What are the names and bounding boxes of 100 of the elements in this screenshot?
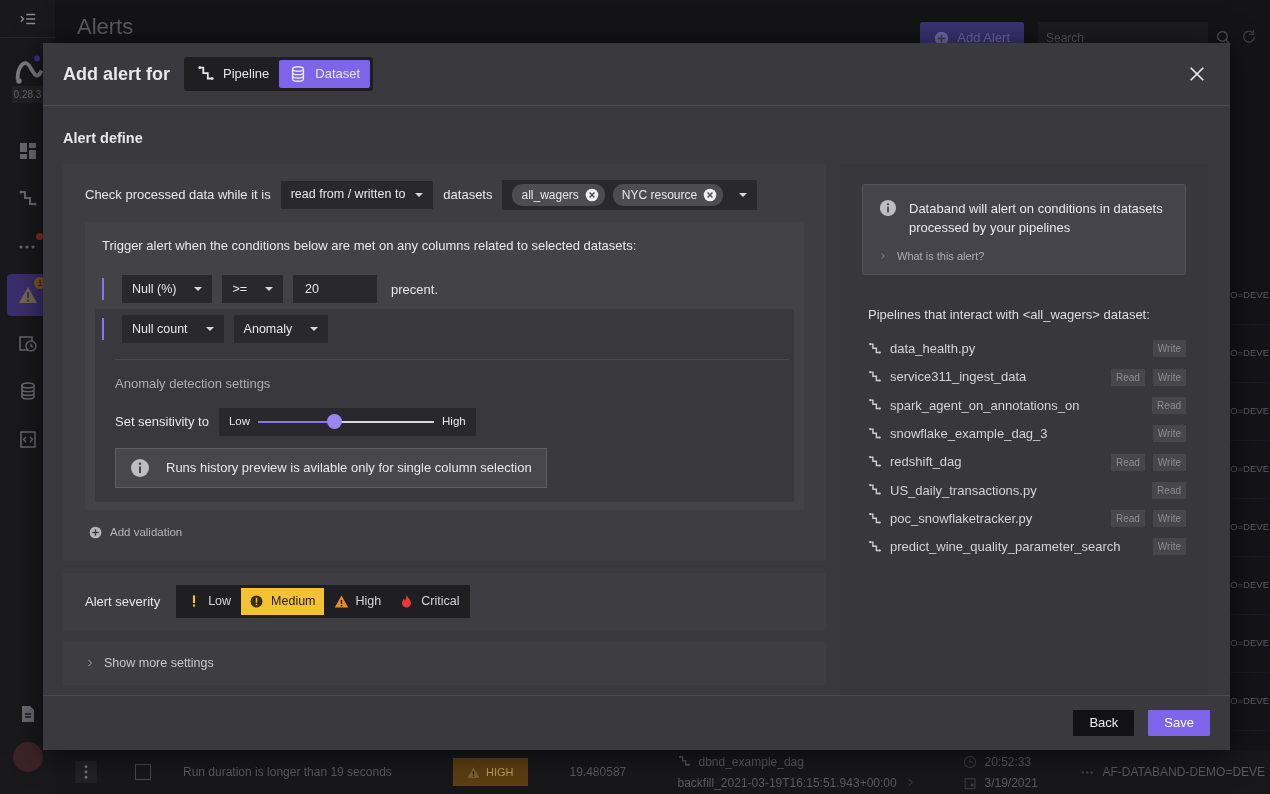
more-button[interactable] <box>75 761 97 783</box>
dataset-chip[interactable]: NYC resource <box>612 183 724 206</box>
remove-icon[interactable] <box>703 187 718 202</box>
severity-option[interactable]: Critical <box>391 588 468 615</box>
run-name: backfill_2021-03-19T16:15:51.943+00:00 <box>677 774 897 792</box>
row-checkbox[interactable] <box>135 764 151 780</box>
save-button[interactable]: Save <box>1148 710 1210 736</box>
metric-value: 19.480587 <box>569 764 628 781</box>
time-text: 20:52:33 <box>984 753 1032 771</box>
dashboard-icon <box>17 141 38 161</box>
pipeline-name: spark_agent_on_annotations_on <box>890 396 1080 415</box>
metric-dropdown[interactable]: Null count <box>122 315 224 344</box>
metric-dropdown[interactable]: Null (%) <box>122 275 213 304</box>
warning-icon <box>333 593 349 609</box>
warning-icon <box>467 765 480 779</box>
info-icon <box>130 457 150 478</box>
pipeline-name: poc_snowflaketracker.py <box>890 509 1033 528</box>
operator-dropdown[interactable]: >= <box>222 275 284 304</box>
access-tag: Write <box>1152 368 1186 386</box>
pipeline-name: snowflake_example_dag_3 <box>890 425 1048 444</box>
info-text: Databand will alert on conditions in datasets processed by your pipelines <box>909 199 1164 238</box>
pipeline-icon <box>868 511 882 526</box>
pipeline-name: US_daily_transactions.py <box>890 481 1037 500</box>
table-cell: O=DEVE <box>1230 578 1269 593</box>
clock-icon <box>962 754 977 769</box>
rule-marker <box>102 278 104 301</box>
note-text: Runs history preview is avilable only for single column selection <box>166 459 532 477</box>
unit-label: precent. <box>391 280 439 299</box>
mode-dropdown[interactable]: read from / written to <box>280 180 434 209</box>
target-tab[interactable]: Pipeline <box>187 60 280 88</box>
pipeline-icon <box>677 755 691 768</box>
show-more-toggle[interactable]: Show more settings <box>85 653 214 673</box>
access-tag: Write <box>1152 453 1186 471</box>
caret-icon <box>205 327 214 332</box>
table-cell: O=DEVE <box>1230 462 1269 477</box>
datasets-select[interactable]: all_wagers NYC resource <box>502 179 758 210</box>
slider-thumb[interactable] <box>326 413 342 429</box>
table-cell: O=DEVE <box>1230 404 1269 419</box>
table-cell: O=DEVE <box>1230 288 1269 303</box>
close-icon <box>1188 65 1206 83</box>
pipeline-name: predict_wine_quality_parameter_search <box>890 538 1121 557</box>
date-text: 3/19/2021 <box>984 774 1038 792</box>
settings-title: Anomaly detection settings <box>115 375 272 394</box>
warning-icon <box>17 285 38 305</box>
calendar-clock-icon <box>17 333 38 353</box>
access-tag: Write <box>1152 425 1186 443</box>
caret-icon <box>415 192 424 197</box>
access-tag: Read <box>1110 453 1145 471</box>
kebab-icon <box>84 765 88 779</box>
severity-label: Alert severity <box>85 592 161 611</box>
caret-icon <box>310 327 319 332</box>
dialog-title: Add alert for <box>63 62 170 86</box>
code-clipboard-icon <box>17 429 38 449</box>
caret-icon <box>265 287 274 292</box>
calendar-icon <box>962 775 977 790</box>
exclamation-circle-icon <box>249 593 265 609</box>
access-tag: Write <box>1152 538 1186 556</box>
expand-icon <box>85 658 95 669</box>
page-title: Alerts <box>77 16 134 38</box>
access-tag: Read <box>1152 481 1186 499</box>
source-name: AF-DATABAND-DEMO=DEVE <box>1102 764 1266 781</box>
table-cell: O=DEVE <box>1230 694 1269 709</box>
access-tag: Write <box>1152 510 1186 528</box>
pipeline-name: service311_ingest_data <box>890 368 1027 387</box>
access-tag: Read <box>1110 510 1145 528</box>
operator-dropdown[interactable]: Anomaly <box>233 315 329 344</box>
access-tag: Read <box>1152 397 1186 414</box>
caret-icon <box>739 192 748 197</box>
scope-label: Check processed data while it is <box>85 186 271 204</box>
severity-option[interactable]: High <box>325 588 390 615</box>
access-tag: Read <box>1110 368 1145 386</box>
rule-marker <box>102 318 104 341</box>
value-field[interactable]: 20 <box>293 275 378 304</box>
pipeline-name: data_health.py <box>890 340 976 359</box>
table-cell: O=DEVE <box>1230 636 1269 651</box>
dataset-chip[interactable]: all_wagers <box>512 183 605 206</box>
section-title: Alert define <box>62 129 144 148</box>
version-label: 0.28.3 <box>11 86 44 103</box>
add-validation-button[interactable]: Add validation <box>85 509 187 541</box>
alert-description: Run duration is longer than 19 seconds <box>183 764 393 780</box>
pipelines-heading: Pipelines that interact with <all_wagers> dataset: <box>868 306 1151 325</box>
severity-option[interactable]: Low <box>179 588 240 615</box>
pipeline-name: redshift_dag <box>890 453 962 472</box>
table-cell: O=DEVE <box>1230 346 1269 361</box>
remove-icon[interactable] <box>584 187 599 202</box>
severity-option[interactable]: Medium <box>241 588 324 615</box>
expand-icon <box>879 252 887 260</box>
pipeline-name: dbnd_example_dag <box>698 753 804 771</box>
rules-intro: Trigger alert when the conditions below are met on any columns related to selected datasets: <box>101 236 638 255</box>
pipeline-icon <box>197 65 215 83</box>
datasets-label: datasets <box>443 186 493 204</box>
pipeline-icon <box>868 539 882 554</box>
pipeline-icon <box>868 426 882 441</box>
info-icon <box>879 198 897 217</box>
help-toggle[interactable]: What is this alert? <box>879 237 985 265</box>
access-tag: Write <box>1152 340 1186 358</box>
pipeline-icon <box>868 341 882 356</box>
sensitivity-slider[interactable]: Low High <box>218 407 476 436</box>
back-button[interactable]: Back <box>1073 710 1135 736</box>
source-icon <box>1080 770 1095 774</box>
